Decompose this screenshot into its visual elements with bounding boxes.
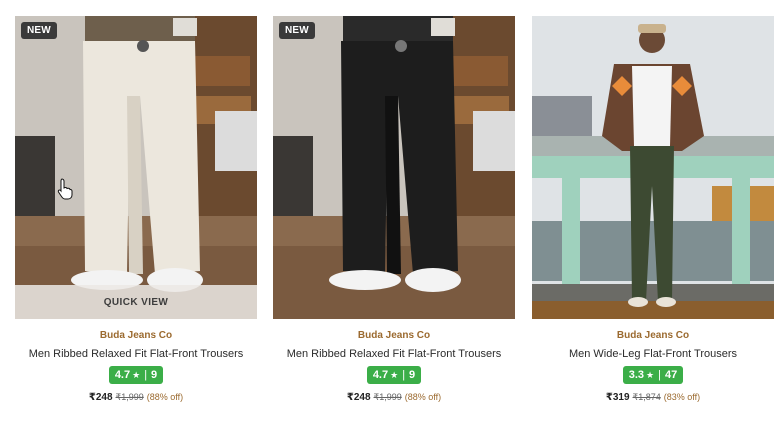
rating-value: 3.3 [628, 369, 645, 381]
rating-row: 4.7 ★ | 9 [273, 366, 515, 384]
price-row: ₹319 ₹1,874 (83% off) [532, 392, 774, 403]
new-badge: NEW [21, 22, 57, 39]
product-image[interactable]: NEW [273, 16, 515, 319]
hand-pointer-icon [57, 178, 73, 200]
product-image[interactable]: NEW QUICK VIEW [15, 16, 257, 319]
brand-name[interactable]: Buda Jeans Co [273, 330, 515, 341]
rating-value: 4.7 [372, 369, 389, 381]
product-grid: NEW QUICK VIEW Buda Jeans Co Men Ribbed … [0, 0, 780, 422]
review-count: 47 [664, 369, 678, 381]
star-icon: ★ [132, 369, 141, 380]
rating-value: 4.7 [114, 369, 131, 381]
sale-price: ₹248 [88, 392, 113, 403]
rating-badge: 3.3 ★ | 47 [622, 366, 684, 384]
product-image[interactable] [532, 16, 774, 319]
product-card[interactable]: NEW QUICK VIEW Buda Jeans Co Men Ribbed … [15, 16, 257, 403]
product-photo [15, 16, 257, 319]
sale-price: ₹319 [605, 392, 630, 403]
sale-price: ₹248 [346, 392, 371, 403]
discount-label: (88% off) [146, 392, 184, 402]
original-price: ₹1,874 [632, 392, 661, 402]
brand-name[interactable]: Buda Jeans Co [532, 330, 774, 341]
brand-name[interactable]: Buda Jeans Co [15, 330, 257, 341]
discount-label: (83% off) [663, 392, 701, 402]
rating-badge: 4.7 ★ | 9 [366, 366, 422, 384]
rating-row: 3.3 ★ | 47 [532, 366, 774, 384]
discount-label: (88% off) [404, 392, 442, 402]
original-price: ₹1,999 [115, 392, 144, 402]
product-title[interactable]: Men Ribbed Relaxed Fit Flat-Front Trouse… [273, 348, 515, 360]
product-title[interactable]: Men Ribbed Relaxed Fit Flat-Front Trouse… [15, 348, 257, 360]
rating-badge: 4.7 ★ | 9 [108, 366, 164, 384]
star-icon: ★ [390, 369, 399, 380]
product-photo [273, 16, 515, 319]
star-icon: ★ [646, 369, 655, 380]
price-row: ₹248 ₹1,999 (88% off) [273, 392, 515, 403]
product-card[interactable]: Buda Jeans Co Men Wide-Leg Flat-Front Tr… [532, 16, 774, 403]
original-price: ₹1,999 [373, 392, 402, 402]
rating-row: 4.7 ★ | 9 [15, 366, 257, 384]
product-photo [532, 16, 774, 319]
review-count: 9 [409, 369, 416, 381]
quick-view-button[interactable]: QUICK VIEW [15, 285, 257, 319]
price-row: ₹248 ₹1,999 (88% off) [15, 392, 257, 403]
product-card[interactable]: NEW Buda Jeans Co Men Ribbed Relaxed Fit… [273, 16, 515, 403]
product-title[interactable]: Men Wide-Leg Flat-Front Trousers [532, 348, 774, 360]
review-count: 9 [151, 369, 158, 381]
new-badge: NEW [279, 22, 315, 39]
